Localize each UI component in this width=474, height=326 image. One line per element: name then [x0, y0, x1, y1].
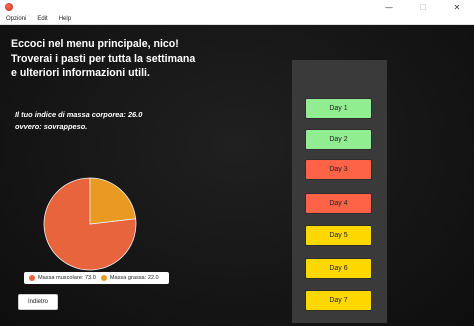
- day-7-button[interactable]: Day 7: [305, 290, 372, 311]
- day-1-button[interactable]: Day 1: [305, 98, 372, 119]
- welcome-line: Eccoci nel menu principale, nico!: [11, 38, 179, 50]
- day-6-button[interactable]: Day 6: [305, 258, 372, 279]
- legend-swatch-muscle: [29, 275, 35, 281]
- welcome-line: Troverai i pasti per tutta la settimana: [11, 52, 196, 65]
- day-4-button[interactable]: Day 4: [305, 193, 372, 214]
- day-2-button[interactable]: Day 2: [305, 129, 372, 150]
- bmi-info: Il tuo indice di massa corporea: 26.0 ov…: [15, 109, 142, 132]
- body-composition-chart: [43, 177, 137, 271]
- welcome-line: e ulteriori informazioni utili.: [11, 67, 150, 79]
- close-button[interactable]: ✕: [440, 0, 474, 14]
- legend-label-fat: Massa grassa: 22.0: [109, 275, 159, 281]
- day-3-button[interactable]: Day 3: [305, 159, 372, 180]
- maximize-button[interactable]: ☐: [406, 0, 440, 14]
- legend-label-muscle: Massa muscolare: 73.0: [38, 275, 96, 281]
- back-button[interactable]: Indietro: [18, 294, 58, 310]
- bmi-category: ovvero: sovrappeso.: [15, 121, 88, 131]
- tomato-icon: [5, 3, 13, 11]
- main-content: Eccoci nel menu principale, nico! Trover…: [0, 25, 474, 326]
- legend-swatch-fat: [100, 275, 107, 281]
- menu-edit[interactable]: Edit: [37, 16, 47, 22]
- welcome-message: Eccoci nel menu principale, nico! Trover…: [11, 37, 251, 81]
- menu-opzioni[interactable]: Opzioni: [6, 16, 26, 22]
- pie-slice-fat: [89, 177, 137, 225]
- menu-help[interactable]: Help: [59, 16, 71, 22]
- menu-bar: Opzioni Edit Help: [0, 14, 474, 25]
- chart-legend: Massa muscolare: 73.0 Massa grassa: 22.0: [24, 272, 169, 284]
- window-controls: — ☐ ✕: [372, 0, 474, 14]
- day-5-button[interactable]: Day 5: [305, 225, 372, 246]
- minimize-button[interactable]: —: [372, 0, 406, 14]
- day-selector-panel: Day 1 Day 2 Day 3 Day 4 Day 5 Day 6 Day 7: [292, 60, 387, 323]
- bmi-value: Il tuo indice di massa corporea: 26.0: [15, 110, 143, 119]
- pie-chart-svg: [43, 177, 137, 271]
- title-bar: — ☐ ✕: [0, 0, 474, 14]
